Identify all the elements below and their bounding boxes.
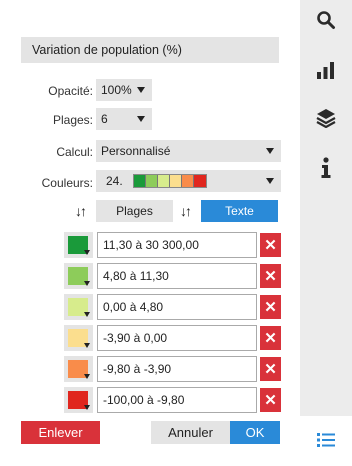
delete-class-button[interactable]: ✕ [260, 233, 281, 257]
color-palette-preview [132, 174, 207, 188]
chevron-down-icon [84, 250, 90, 255]
delete-class-button[interactable]: ✕ [260, 357, 281, 381]
search-icon[interactable] [300, 0, 352, 40]
class-range-input[interactable] [97, 387, 257, 413]
sort-plages-icon[interactable]: ↓↑ [75, 203, 87, 219]
class-color-picker[interactable] [64, 232, 93, 258]
layers-icon[interactable] [300, 98, 352, 138]
tab-texte[interactable]: Texte [201, 200, 278, 222]
toolbar-legend-area [300, 416, 352, 466]
class-color-picker[interactable] [64, 356, 93, 382]
chevron-down-icon [137, 116, 145, 122]
class-row: ✕ [64, 387, 281, 413]
ok-button[interactable]: OK [230, 421, 280, 444]
opacity-select[interactable]: 100% [96, 79, 152, 101]
opacity-value: 100% [101, 83, 132, 97]
class-row: ✕ [64, 294, 281, 320]
chevron-down-icon [84, 281, 90, 286]
ranges-select[interactable]: 6 [96, 108, 152, 130]
classification-panel: Variation de population (%) Opacité: 100… [0, 0, 300, 466]
chevron-down-icon [266, 148, 274, 154]
ranges-value: 6 [101, 112, 108, 126]
class-row: ✕ [64, 356, 281, 382]
class-color-picker[interactable] [64, 263, 93, 289]
class-range-input[interactable] [97, 294, 257, 320]
legend-list-icon[interactable] [300, 420, 352, 460]
bar-chart-icon[interactable] [300, 50, 352, 90]
chevron-down-icon [266, 178, 274, 184]
calc-value: Personnalisé [101, 144, 171, 158]
delete-class-button[interactable]: ✕ [260, 264, 281, 288]
calc-select[interactable]: Personnalisé [96, 140, 281, 162]
color-scheme-select[interactable]: 24. [96, 170, 281, 192]
delete-class-button[interactable]: ✕ [260, 388, 281, 412]
opacity-label: Opacité: [48, 84, 93, 98]
tab-plages[interactable]: Plages [96, 200, 173, 222]
ranges-label: Plages: [52, 113, 93, 127]
color-scheme-value: 24. [106, 174, 123, 188]
class-range-input[interactable] [97, 232, 257, 258]
palette-swatch [157, 175, 170, 187]
class-range-input[interactable] [97, 263, 257, 289]
palette-swatch [181, 175, 194, 187]
class-color-picker[interactable] [64, 387, 93, 413]
class-color-picker[interactable] [64, 325, 93, 351]
colors-label: Couleurs: [41, 176, 93, 190]
class-color-picker[interactable] [64, 294, 93, 320]
class-row: ✕ [64, 232, 281, 258]
sort-texte-icon[interactable]: ↓↑ [180, 203, 192, 219]
chevron-down-icon [84, 405, 90, 410]
palette-swatch [193, 175, 206, 187]
info-icon[interactable] [300, 148, 352, 188]
chevron-down-icon [84, 312, 90, 317]
cancel-button[interactable]: Annuler [151, 421, 230, 444]
palette-swatch [133, 175, 146, 187]
class-range-input[interactable] [97, 325, 257, 351]
remove-button[interactable]: Enlever [21, 421, 100, 444]
chevron-down-icon [84, 374, 90, 379]
right-toolbar [300, 0, 352, 466]
class-row: ✕ [64, 325, 281, 351]
calc-label: Calcul: [56, 145, 93, 159]
delete-class-button[interactable]: ✕ [260, 295, 281, 319]
panel-title: Variation de population (%) [21, 37, 279, 63]
class-range-input[interactable] [97, 356, 257, 382]
class-row: ✕ [64, 263, 281, 289]
palette-swatch [145, 175, 158, 187]
chevron-down-icon [84, 343, 90, 348]
chevron-down-icon [137, 87, 145, 93]
palette-swatch [169, 175, 182, 187]
delete-class-button[interactable]: ✕ [260, 326, 281, 350]
